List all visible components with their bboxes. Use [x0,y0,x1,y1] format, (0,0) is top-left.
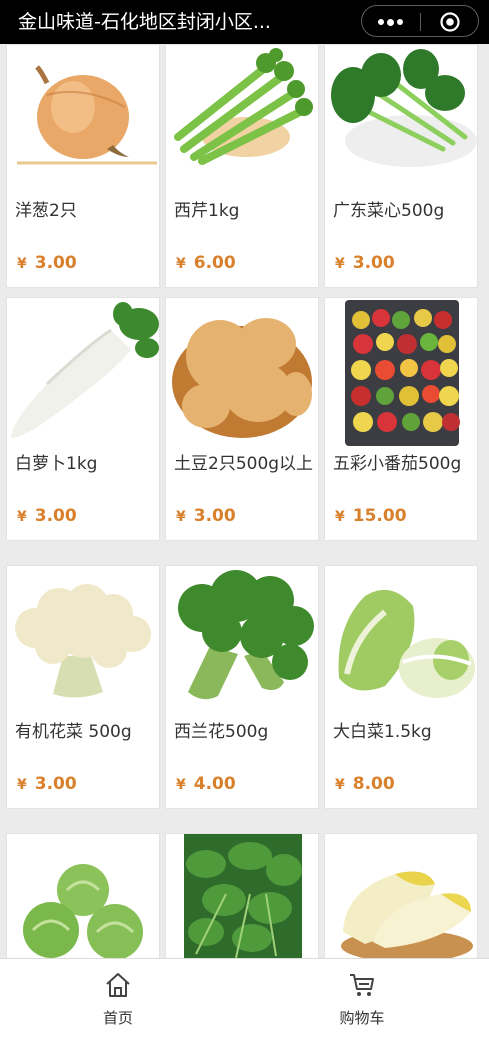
potatoes-image [166,298,318,446]
tab-home[interactable]: 首页 [58,959,178,1040]
title-bar: 金山味道-石化地区封闭小区... [0,0,489,44]
product-name: 西兰花500g [174,722,269,742]
celery-image [166,45,318,193]
page-title: 金山味道-石化地区封闭小区... [18,11,271,33]
spinach-image [166,834,318,958]
product-price: ¥3.00 [17,774,77,794]
cauliflower-image [7,566,159,714]
product-grid: 洋葱2只 ¥3.00 西芹1kg ¥6.00 广东菜心500g ¥ 3.00 白… [0,44,489,958]
price-value: 3.00 [34,774,77,794]
price-value: 3.00 [193,506,236,526]
price-value: 3.00 [34,506,77,526]
yen-symbol: ¥ [17,509,27,525]
product-price: ¥3.00 [335,253,395,273]
cherry-tomatoes-image [325,298,477,446]
product-name: 白萝卜1kg [15,454,98,474]
product-name: 有机花菜 500g [15,722,132,742]
capsule-menu [361,5,479,37]
home-icon [106,973,130,997]
close-target-icon[interactable] [439,11,461,33]
product-price: ¥3.00 [176,506,236,526]
napa-cabbage-image [325,566,477,714]
product-price: ¥8.00 [335,774,395,794]
tab-label: 首页 [102,1009,133,1027]
product-card[interactable]: 有机花菜 500g ¥3.00 [6,565,160,809]
price-value: 3.00 [352,253,395,273]
price-value: 4.00 [193,774,236,794]
product-price: ¥3.00 [17,253,77,273]
product-price: ¥3.00 [17,506,77,526]
yen-symbol: ¥ [335,777,345,793]
product-name: 大白菜1.5kg [333,722,432,742]
product-name: 五彩小番茄500g [333,454,462,474]
product-name: 广东菜心500g [333,201,445,221]
yen-symbol: ¥ [176,509,186,525]
product-card[interactable]: 大白菜1.5kg ¥8.00 [324,565,478,809]
yen-symbol: ¥ [335,509,345,525]
bottom-tab-bar: 首页 购物车 [0,958,489,1040]
cabbages-image [7,834,159,958]
product-price: ¥15.00 [335,506,407,526]
product-card[interactable]: 五彩小番茄500g ¥15.00 [324,297,478,541]
price-value: 3.00 [34,253,77,273]
tab-cart[interactable]: 购物车 [302,959,422,1040]
white-radish-image [7,298,159,446]
product-name: 西芹1kg [174,201,240,221]
product-name: 土豆2只500g以上 [174,454,314,474]
product-card[interactable] [324,833,478,958]
product-card[interactable]: 洋葱2只 ¥3.00 [6,44,160,288]
product-card[interactable]: 西兰花500g ¥4.00 [165,565,319,809]
yen-symbol: ¥ [17,256,27,272]
yen-symbol: ¥ [335,256,345,272]
baby-cabbage-image [325,834,477,958]
product-price: ¥6.00 [176,253,236,273]
product-card[interactable]: 土豆2只500g以上 ¥3.00 [165,297,319,541]
choy-sum-image [325,45,477,193]
product-card[interactable]: 白萝卜1kg ¥3.00 [6,297,160,541]
price-value: 8.00 [352,774,395,794]
product-price: ¥4.00 [176,774,236,794]
capsule-divider [420,13,421,31]
yen-symbol: ¥ [17,777,27,793]
yen-symbol: ¥ [176,777,186,793]
onion-image [7,45,159,193]
tab-label: 购物车 [339,1009,385,1027]
product-card[interactable] [165,833,319,958]
broccoli-image [166,566,318,714]
more-icon[interactable] [378,18,404,26]
product-card[interactable]: 西芹1kg ¥6.00 [165,44,319,288]
price-value: 6.00 [193,253,236,273]
product-name: 洋葱2只 [15,201,77,221]
price-value: 15.00 [352,506,407,526]
product-card[interactable] [6,833,160,958]
cart-icon [350,974,374,996]
yen-symbol: ¥ [176,256,186,272]
product-card[interactable]: 广东菜心500g ¥3.00 [324,44,478,288]
